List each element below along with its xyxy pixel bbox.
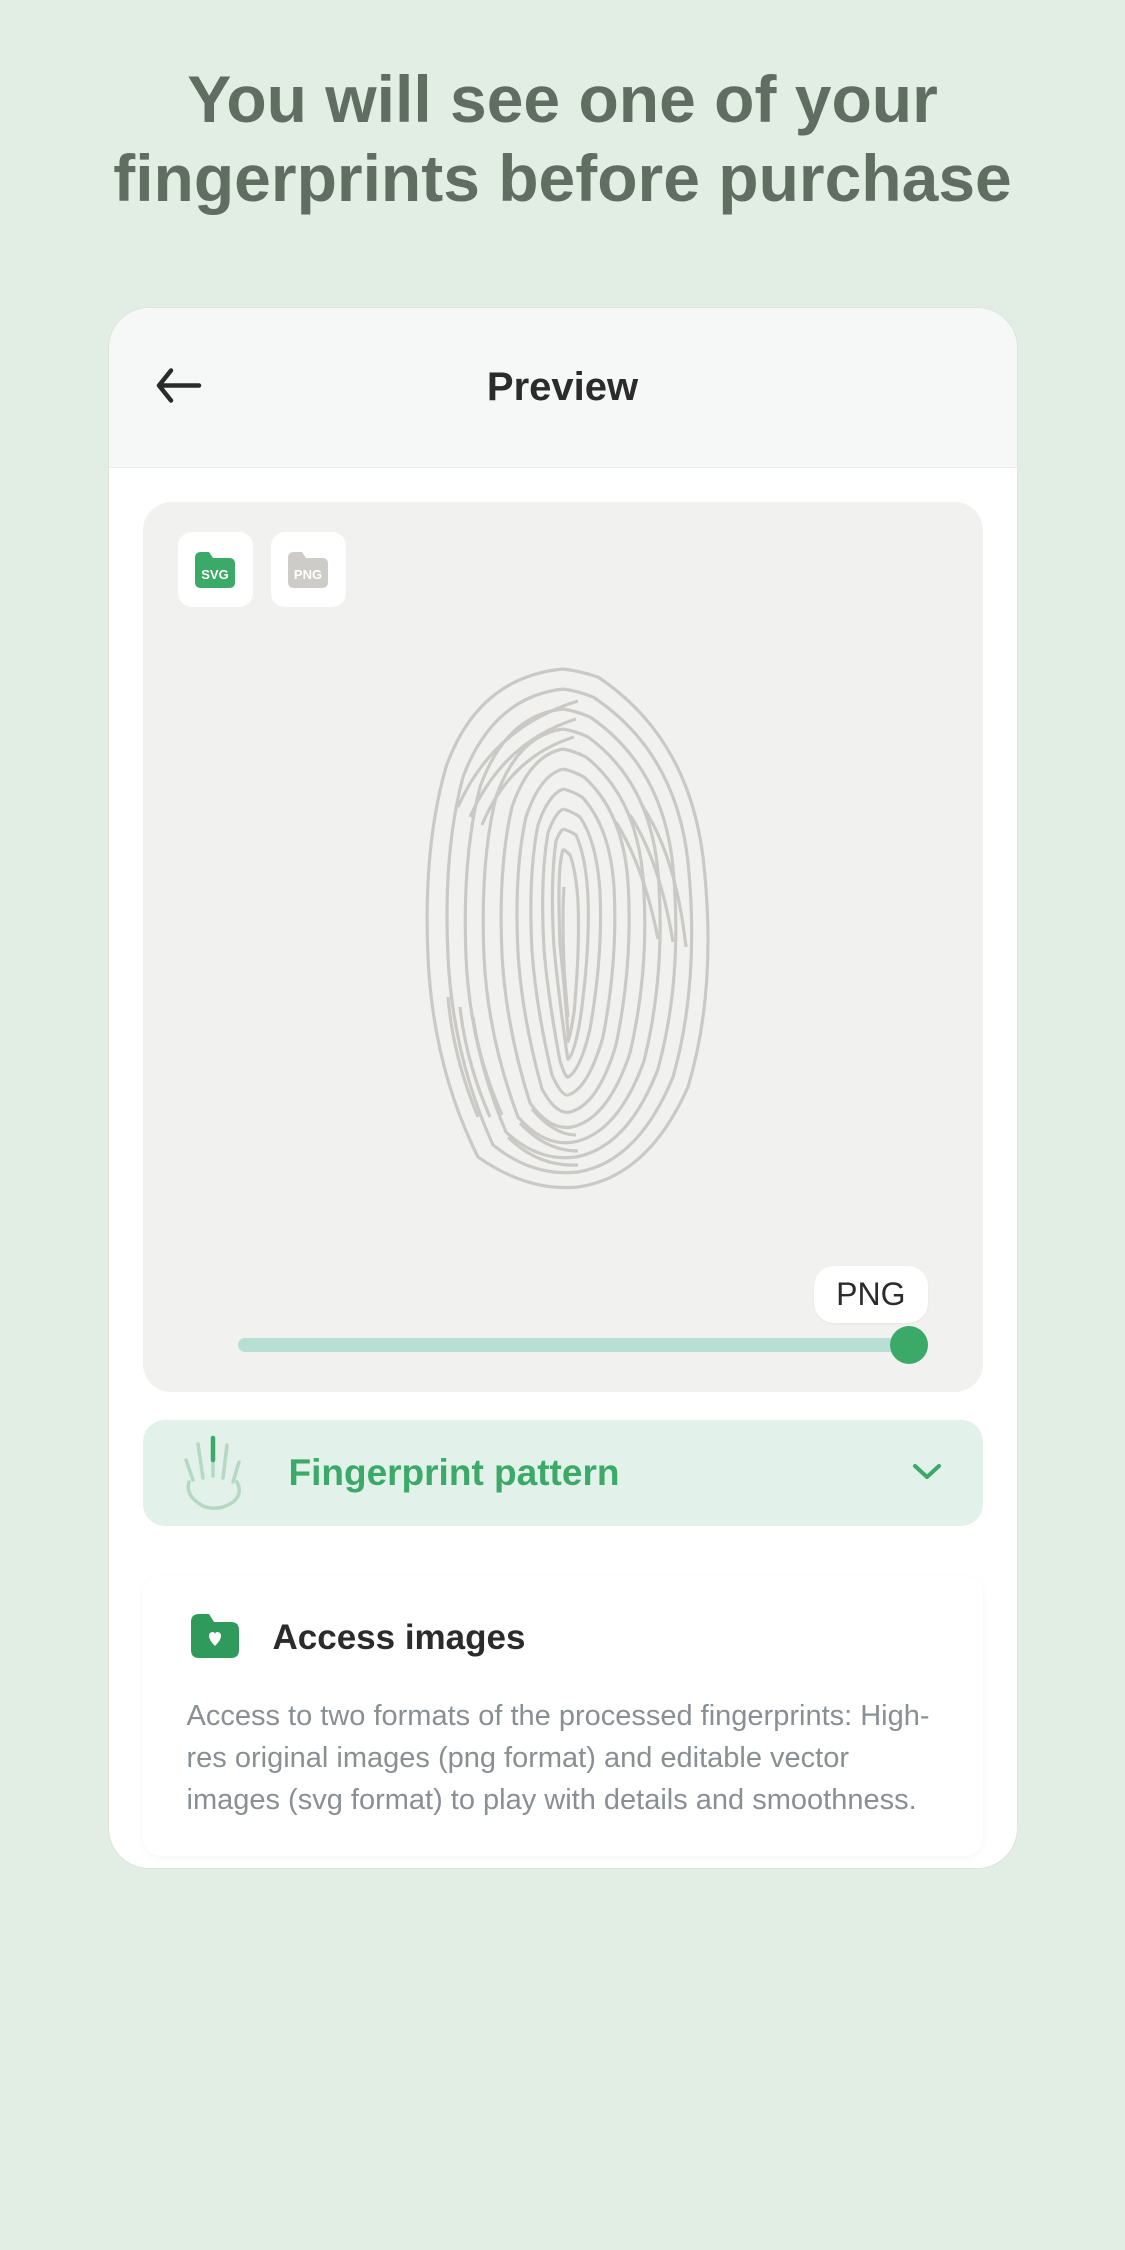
back-arrow-icon [154, 366, 202, 404]
format-badges: SVG PNG [178, 532, 948, 607]
svg-text:PNG: PNG [294, 567, 322, 582]
folder-svg-icon: SVG [191, 548, 239, 592]
back-button[interactable] [154, 366, 202, 409]
app-header: Preview [109, 308, 1017, 468]
fingerprint-icon [398, 657, 728, 1197]
content-area: SVG PNG [109, 468, 1017, 1868]
fingerprint-pattern-dropdown[interactable]: Fingerprint pattern [143, 1420, 983, 1526]
svg-format-button[interactable]: SVG [178, 532, 253, 607]
format-slider[interactable]: PNG [238, 1338, 918, 1352]
fingerprint-preview-panel: SVG PNG [143, 502, 983, 1392]
phone-frame: Preview SVG PNG [109, 308, 1017, 1868]
access-images-card: Access images Access to two formats of t… [143, 1576, 983, 1855]
svg-text:SVG: SVG [201, 567, 228, 582]
accordion-title: Fingerprint pattern [289, 1452, 911, 1494]
fingerprint-image-wrap [178, 637, 948, 1217]
png-format-button[interactable]: PNG [271, 532, 346, 607]
folder-heart-icon [187, 1610, 243, 1665]
slider-value-label: PNG [814, 1266, 927, 1323]
slider-track [238, 1338, 918, 1352]
folder-png-icon: PNG [284, 548, 332, 592]
page-title: You will see one of your fingerprints be… [0, 0, 1125, 218]
chevron-down-icon [911, 1461, 943, 1486]
slider-thumb[interactable] [890, 1326, 928, 1364]
header-title: Preview [109, 365, 1017, 410]
hand-icon [173, 1430, 253, 1517]
card-title: Access images [273, 1618, 526, 1658]
card-body: Access to two formats of the processed f… [187, 1695, 943, 1821]
